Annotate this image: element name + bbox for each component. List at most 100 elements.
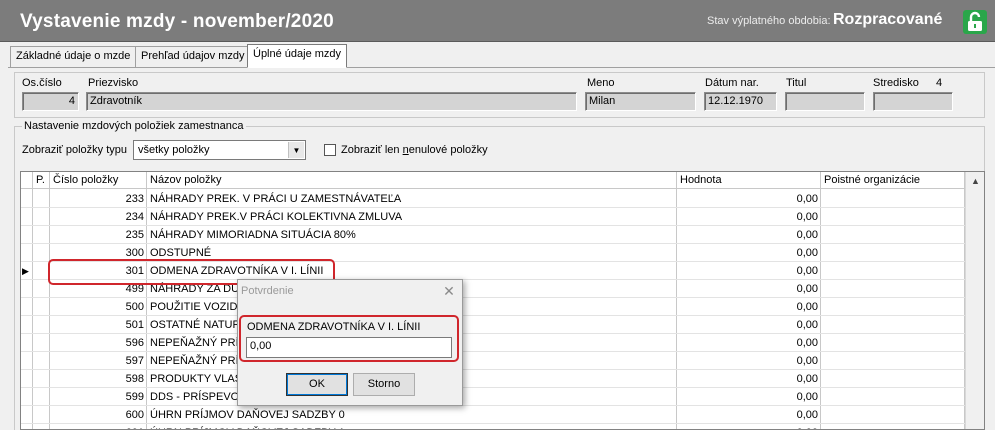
row-indicator [21,226,33,244]
meno-label: Meno [587,77,615,89]
vertical-scrollbar[interactable]: ▲ [965,172,984,429]
table-row[interactable]: 234 NÁHRADY PREK.V PRÁCI KOLEKTIVNA ZMLUV… [21,208,965,226]
cell-hodnota[interactable]: 0,00 [677,316,821,334]
tab-zakladne-udaje[interactable]: Základné údaje o mzde [10,46,137,67]
cell-nazov[interactable]: NÁHRADY PREK.V PRÁCI KOLEKTIVNA ZMLUVA [147,208,677,226]
cell-poistne[interactable] [821,352,965,370]
tab-uplne-udaje[interactable]: Úplné údaje mzdy [247,44,348,68]
cell-poistne[interactable] [821,388,965,406]
cell-nazov[interactable]: NÁHRADY MIMORIADNA SITUÁCIA 80% [147,226,677,244]
cell-cislo[interactable]: 233 [50,190,147,208]
cell-p[interactable] [33,406,50,424]
cell-poistne[interactable] [821,280,965,298]
table-row[interactable]: 235 NÁHRADY MIMORIADNA SITUÁCIA 80% 0,00 [21,226,965,244]
close-icon[interactable]: ✕ [440,282,458,300]
cell-hodnota[interactable]: 0,00 [677,280,821,298]
cell-hodnota[interactable]: 0,00 [677,370,821,388]
header-nazov[interactable]: Názov položky [147,172,677,189]
cell-hodnota[interactable]: 0,00 [677,262,821,280]
cell-cislo[interactable]: 235 [50,226,147,244]
header-hodnota[interactable]: Hodnota [677,172,821,189]
cell-poistne[interactable] [821,244,965,262]
nonzero-checkbox-label[interactable]: Zobraziť len nenulové položky [341,144,488,156]
cell-hodnota[interactable]: 0,00 [677,388,821,406]
cell-hodnota[interactable]: 0,00 [677,424,821,429]
os-cislo-field[interactable]: 4 [22,92,79,111]
cell-cislo[interactable]: 596 [50,334,147,352]
cell-cislo[interactable]: 501 [50,316,147,334]
cell-poistne[interactable] [821,316,965,334]
cell-p[interactable] [33,424,50,429]
cell-poistne[interactable] [821,262,965,280]
cell-p[interactable] [33,352,50,370]
cell-hodnota[interactable]: 0,00 [677,334,821,352]
table-row[interactable]: 597 NEPEŇAŽNÝ PRÍ 0,00 [21,352,965,370]
meno-field[interactable]: Milan [585,92,696,111]
ok-button[interactable]: OK [286,373,348,396]
cell-p[interactable] [33,370,50,388]
cell-cislo[interactable]: 597 [50,352,147,370]
cell-poistne[interactable] [821,298,965,316]
window-title: Vystavenie mzdy - november/2020 [20,11,334,32]
chevron-down-icon[interactable]: ▼ [288,142,304,158]
table-row[interactable]: 598 PRODUKTY VLAS 0,00 [21,370,965,388]
table-row[interactable]: 500 POUŽITIE VOZID 0,00 [21,298,965,316]
cell-p[interactable] [33,190,50,208]
priezvisko-field[interactable]: Zdravotník [86,92,577,111]
os-cislo-label: Os.číslo [22,77,62,89]
scroll-up-icon[interactable]: ▲ [966,172,984,189]
header-poistne[interactable]: Poistné organizácie [821,172,965,189]
header-p[interactable]: P. [33,172,50,189]
cell-poistne[interactable] [821,190,965,208]
cell-cislo[interactable]: 500 [50,298,147,316]
cell-hodnota[interactable]: 0,00 [677,208,821,226]
cell-cislo[interactable]: 598 [50,370,147,388]
cell-hodnota[interactable]: 0,00 [677,298,821,316]
cell-p[interactable] [33,334,50,352]
table-row[interactable]: 233 NÁHRADY PREK. V PRÁCI U ZAMESTNÁVATEĽ… [21,190,965,208]
cell-poistne[interactable] [821,424,965,429]
cell-poistne[interactable] [821,208,965,226]
header-cislo[interactable]: Číslo položky [50,172,147,189]
cell-hodnota[interactable]: 0,00 [677,352,821,370]
cell-cislo[interactable]: 599 [50,388,147,406]
table-row[interactable]: 601ÚHRN PRÍJMOV DAŇOVEJ SADZBY 10,00 [21,424,965,429]
nonzero-checkbox[interactable] [324,144,336,156]
cell-p[interactable] [33,298,50,316]
table-row[interactable]: 600 ÚHRN PRÍJMOV DAŇOVEJ SADZBY 0 0,00 [21,406,965,424]
storno-button[interactable]: Storno [353,373,415,396]
cell-p[interactable] [33,316,50,334]
stredisko-label: Stredisko [873,77,919,89]
cell-nazov[interactable]: ÚHRN PRÍJMOV DAŇOVEJ SADZBY 1 [147,424,677,429]
cell-p[interactable] [33,208,50,226]
tab-prehlad-udajov[interactable]: Prehľad údajov mzdy [135,46,251,67]
cell-poistne[interactable] [821,406,965,424]
stredisko-field[interactable] [873,92,953,111]
cell-hodnota[interactable]: 0,00 [677,244,821,262]
cell-p[interactable] [33,280,50,298]
cell-poistne[interactable] [821,370,965,388]
cell-cislo[interactable]: 601 [50,424,147,429]
cell-poistne[interactable] [821,226,965,244]
table-row[interactable]: 596 NEPEŇAŽNÝ PRÍ 0,00 [21,334,965,352]
cell-hodnota[interactable]: 0,00 [677,190,821,208]
cell-cislo[interactable]: 234 [50,208,147,226]
title-bar: Vystavenie mzdy - november/2020 Stav výp… [0,0,995,42]
cell-nazov[interactable]: ÚHRN PRÍJMOV DAŇOVEJ SADZBY 0 [147,406,677,424]
cell-hodnota[interactable]: 0,00 [677,226,821,244]
unlocked-padlock-icon[interactable] [962,9,988,35]
cell-p[interactable] [33,244,50,262]
settings-group-title: Nastavenie mzdových položiek zamestnanca [22,120,246,132]
datum-nar-field[interactable]: 12.12.1970 [704,92,777,111]
cell-hodnota[interactable]: 0,00 [677,406,821,424]
cell-cislo[interactable]: 600 [50,406,147,424]
current-row-arrow-icon: ▶ [22,266,29,276]
cell-nazov[interactable]: NÁHRADY PREK. V PRÁCI U ZAMESTNÁVATEĽA [147,190,677,208]
titul-field[interactable] [785,92,865,111]
cell-poistne[interactable] [821,334,965,352]
item-type-select[interactable]: všetky položky ▼ [133,140,306,160]
cell-p[interactable] [33,226,50,244]
table-row[interactable]: 599 DDS - PRÍSPEVO 0,00 [21,388,965,406]
table-row[interactable]: 501 OSTATNÉ NATUR 0,00 [21,316,965,334]
cell-p[interactable] [33,388,50,406]
